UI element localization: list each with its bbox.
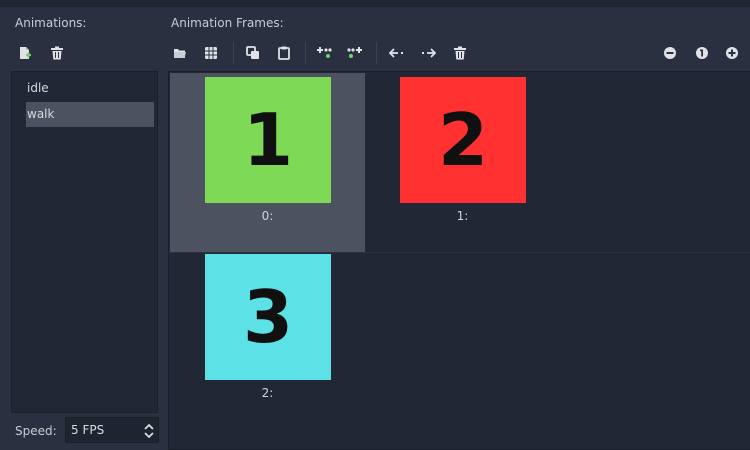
frame-item-0[interactable]: 1 0: — [170, 73, 365, 252]
delete-frame-button[interactable] — [450, 43, 470, 63]
insert-after-icon — [347, 47, 362, 58]
spin-arrows-icon[interactable] — [144, 423, 154, 442]
frame-caption: 0: — [261, 209, 274, 223]
top-border — [0, 0, 750, 7]
toolbar-separator — [233, 42, 234, 64]
move-right-icon — [422, 48, 436, 58]
frame-item-2[interactable]: 3 2: — [170, 250, 365, 429]
frame-item-1[interactable]: 2 1: — [365, 73, 560, 252]
open-icon — [174, 49, 186, 58]
insert-after-button[interactable] — [345, 43, 365, 63]
speed-spinbox[interactable]: 5 FPS — [65, 417, 159, 443]
frame-number: 2 — [437, 98, 489, 182]
trash-icon — [51, 46, 63, 60]
animation-item-idle[interactable]: idle — [26, 76, 154, 101]
load-frames-button[interactable] — [170, 43, 190, 63]
copy-icon — [246, 46, 259, 59]
frame-thumbnail: 1 — [205, 77, 331, 203]
delete-animation-button[interactable] — [47, 43, 67, 63]
speed-value: 5 FPS — [71, 423, 105, 437]
frame-caption: 2: — [261, 386, 274, 400]
load-sheet-button[interactable] — [201, 43, 221, 63]
insert-before-button[interactable] — [314, 43, 334, 63]
frame-thumbnail: 2 — [400, 77, 526, 203]
animation-item-walk[interactable]: walk — [26, 102, 154, 127]
animations-list[interactable]: idle walk — [11, 71, 158, 413]
frames-grid[interactable]: 1 0: 2 1: 3 2: — [168, 71, 750, 450]
insert-before-icon — [317, 47, 332, 58]
zoom-in-icon — [726, 47, 738, 59]
paste-frame-button[interactable] — [274, 43, 294, 63]
new-animation-icon — [20, 47, 31, 59]
speed-label: Speed: — [15, 424, 57, 438]
animations-label: Animations: — [15, 16, 87, 30]
zoom-reset-icon — [696, 47, 708, 59]
grid-icon — [205, 47, 217, 59]
zoom-reset-button[interactable] — [692, 43, 712, 63]
zoom-in-button[interactable] — [722, 43, 742, 63]
zoom-out-button[interactable] — [660, 43, 680, 63]
frame-thumbnail: 3 — [205, 254, 331, 380]
move-left-icon — [389, 48, 403, 58]
toolbar-separator — [305, 42, 306, 64]
animation-frames-label: Animation Frames: — [171, 16, 284, 30]
frame-number: 1 — [242, 98, 294, 182]
trash-icon — [454, 46, 466, 60]
paste-icon — [278, 46, 290, 60]
new-animation-button[interactable] — [15, 43, 35, 63]
move-right-button[interactable] — [418, 43, 438, 63]
copy-frame-button[interactable] — [243, 43, 263, 63]
frame-caption: 1: — [456, 209, 469, 223]
toolbar-separator — [376, 42, 377, 64]
move-left-button[interactable] — [387, 43, 407, 63]
zoom-out-icon — [664, 47, 676, 59]
frame-number: 3 — [242, 275, 294, 359]
